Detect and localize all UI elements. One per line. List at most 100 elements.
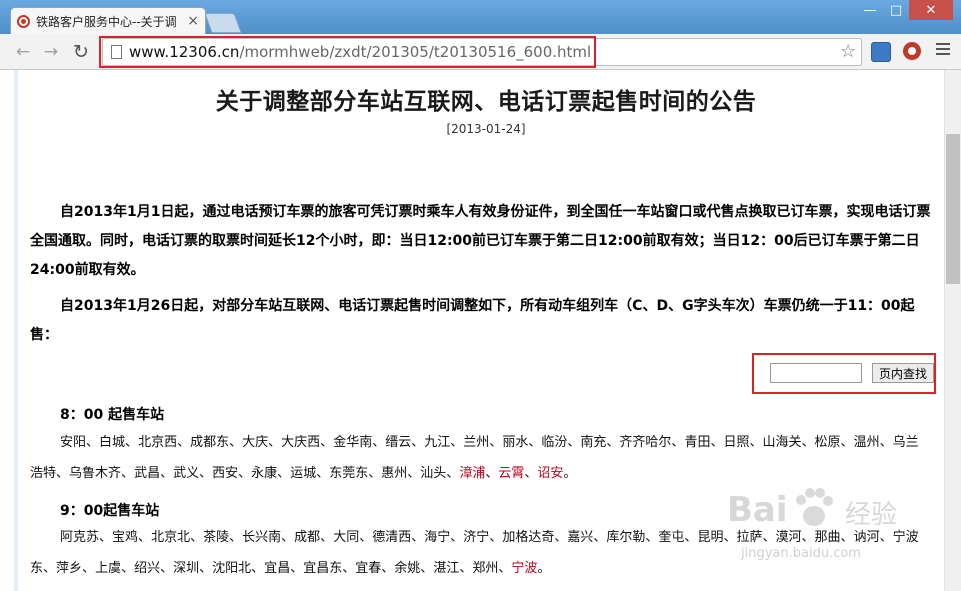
- station-name: 缙云: [385, 435, 412, 450]
- station-name: 日照: [723, 435, 750, 450]
- station-name: 西安: [212, 466, 239, 481]
- station-separator: 、: [381, 561, 395, 576]
- station-name: 金华南: [333, 435, 373, 450]
- station-name: 嘉兴: [567, 530, 594, 545]
- station-separator: 、: [368, 466, 382, 481]
- find-in-page-button[interactable]: 页内查找: [872, 363, 934, 383]
- browser-tab[interactable]: 铁路客户服务中心--关于调 ×: [10, 7, 206, 34]
- station-separator: 、: [801, 435, 815, 450]
- menu-icon[interactable]: [936, 43, 950, 58]
- find-input[interactable]: [770, 363, 862, 383]
- station-name: 云霄: [498, 466, 525, 481]
- window-controls: — □ ✕: [857, 0, 953, 20]
- station-name: 武昌: [134, 466, 161, 481]
- station-name: 诏安: [537, 466, 564, 481]
- station-name: 成都: [294, 530, 321, 545]
- station-list-8: 安阳、白城、北京西、成都东、大庆、大庆西、金华南、缙云、九江、兰州、丽水、临汾、…: [30, 427, 930, 489]
- station-name: 德清西: [372, 530, 412, 545]
- station-name: 湛江: [433, 561, 460, 576]
- station-name: 漳浦: [459, 466, 486, 481]
- station-separator: 。: [537, 561, 551, 576]
- station-name: 临汾: [541, 435, 568, 450]
- station-separator: 、: [121, 466, 135, 481]
- vertical-scrollbar[interactable]: [944, 70, 961, 591]
- station-name: 宁波: [511, 561, 538, 576]
- station-separator: 、: [840, 435, 854, 450]
- station-name: 温州: [853, 435, 880, 450]
- station-separator: 、: [411, 435, 425, 450]
- station-separator: 、: [281, 530, 295, 545]
- station-separator: 、: [372, 435, 386, 450]
- station-separator: 、: [177, 435, 191, 450]
- page-icon: [111, 45, 122, 59]
- station-name: 奎屯: [658, 530, 685, 545]
- station-name: 茶陵: [203, 530, 230, 545]
- forward-button[interactable]: →: [40, 41, 62, 63]
- station-separator: 、: [121, 561, 135, 576]
- station-separator: 。: [563, 466, 577, 481]
- article-date: [2013-01-24]: [446, 122, 526, 136]
- station-name: 白城: [99, 435, 126, 450]
- station-separator: 、: [489, 435, 503, 450]
- station-name: 余姚: [394, 561, 421, 576]
- back-button[interactable]: ←: [12, 41, 34, 63]
- station-name: 运城: [290, 466, 317, 481]
- station-name: 永康: [251, 466, 278, 481]
- station-name: 宝鸡: [112, 530, 139, 545]
- close-window-button[interactable]: ✕: [909, 0, 953, 20]
- article-title: 关于调整部分车站互联网、电话订票起售时间的公告: [215, 89, 757, 115]
- tab-title: 铁路客户服务中心--关于调: [36, 14, 177, 29]
- station-name: 绍兴: [134, 561, 161, 576]
- station-separator: 、: [290, 561, 304, 576]
- bookmark-star-icon[interactable]: ☆: [840, 41, 856, 62]
- station-separator: 、: [450, 530, 464, 545]
- url-host: www.12306.cn: [129, 43, 240, 61]
- station-name: 东莞东: [329, 466, 369, 481]
- station-separator: 、: [199, 561, 213, 576]
- station-separator: 、: [43, 561, 57, 576]
- extension-icon[interactable]: [871, 42, 891, 62]
- station-separator: 、: [86, 435, 100, 450]
- station-separator: 、: [160, 466, 174, 481]
- reload-button[interactable]: ↻: [70, 41, 92, 63]
- station-separator: 、: [251, 561, 265, 576]
- station-separator: 、: [489, 530, 503, 545]
- station-name: 大庆: [242, 435, 269, 450]
- paragraph-1: 自2013年1月1日起，通过电话预订车票的旅客可凭订票时乘车人有效身份证件，到全…: [30, 204, 931, 278]
- minimize-button[interactable]: —: [857, 0, 883, 20]
- station-name: 武义: [173, 466, 200, 481]
- station-name: 宜春: [355, 561, 382, 576]
- new-tab-button[interactable]: [204, 13, 242, 33]
- station-separator: 、: [749, 435, 763, 450]
- url-text[interactable]: www.12306.cn/mormhweb/zxdt/201305/t20130…: [129, 43, 591, 61]
- station-name: 郑州: [472, 561, 499, 576]
- station-separator: 、: [238, 466, 252, 481]
- station-name: 南充: [580, 435, 607, 450]
- station-name: 大同: [333, 530, 360, 545]
- tab-close-icon[interactable]: ×: [187, 13, 199, 29]
- baidu-watermark: Bai 经验 jingyan.baidu.com: [727, 486, 947, 586]
- station-separator: 、: [82, 561, 96, 576]
- station-name: 加格达奇: [502, 530, 555, 545]
- station-separator: 、: [56, 466, 70, 481]
- address-bar[interactable]: www.12306.cn/mormhweb/zxdt/201305/t20130…: [102, 38, 862, 66]
- station-name: 海宁: [424, 530, 451, 545]
- station-separator: 、: [359, 530, 373, 545]
- tab-strip: 铁路客户服务中心--关于调 × — □ ✕: [0, 0, 961, 34]
- station-separator: 、: [411, 530, 425, 545]
- scrollbar-thumb[interactable]: [946, 134, 960, 284]
- paragraph-2: 自2013年1月26日起，对部分车站互联网、电话订票起售时间调整如下，所有动车组…: [30, 298, 915, 343]
- station-separator: 、: [160, 561, 174, 576]
- station-name: 齐齐哈尔: [619, 435, 672, 450]
- station-separator: 、: [524, 466, 538, 481]
- maximize-button[interactable]: □: [883, 0, 909, 20]
- station-name: 宜昌: [264, 561, 291, 576]
- 12306-extension-icon[interactable]: [903, 42, 921, 60]
- station-separator: 、: [554, 530, 568, 545]
- station-name: 丽水: [502, 435, 529, 450]
- station-separator: 、: [320, 435, 334, 450]
- station-name: 乌鲁木齐: [69, 466, 122, 481]
- station-separator: 、: [229, 530, 243, 545]
- station-separator: 、: [498, 561, 512, 576]
- station-separator: 、: [229, 435, 243, 450]
